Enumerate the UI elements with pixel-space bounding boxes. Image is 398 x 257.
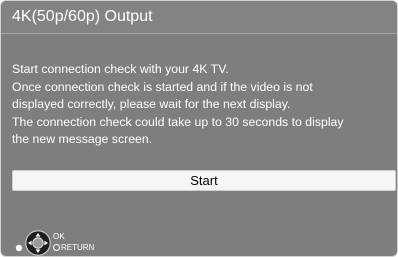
remote-legend: OK RETURN — [15, 230, 115, 256]
return-legend: RETURN — [53, 243, 94, 252]
message-line: displayed correctly, please wait for the… — [12, 97, 291, 112]
message-line: The connection check could take up to 30… — [12, 114, 344, 129]
return-label: RETURN — [61, 243, 95, 252]
return-ring-icon — [53, 244, 60, 252]
title-bar: 4K(50p/60p) Output — [1, 1, 397, 34]
output-settings-screen: 4K(50p/60p) Output Start connection chec… — [0, 0, 398, 257]
start-button[interactable]: Start — [12, 170, 396, 191]
connection-check-message: Start connection check with your 4K TV. … — [12, 61, 392, 149]
dpad-icon — [25, 230, 51, 256]
return-dot-icon — [15, 244, 23, 252]
page-title: 4K(50p/60p) Output — [12, 8, 153, 25]
message-line: the new message screen. — [12, 132, 153, 147]
message-line: Once connection check is started and if … — [12, 79, 313, 94]
message-line: Start connection check with your 4K TV. — [12, 62, 229, 76]
ok-label: OK — [53, 232, 65, 241]
